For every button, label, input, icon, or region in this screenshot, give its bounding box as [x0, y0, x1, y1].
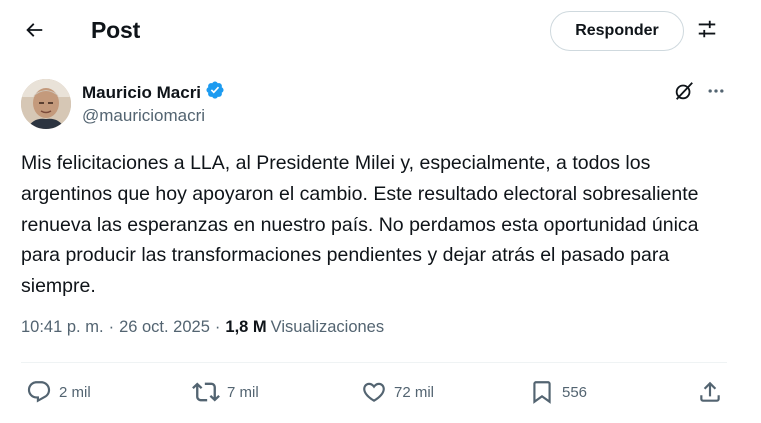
- post-text: Mis felicitaciones a LLA, al Presidente …: [21, 152, 699, 298]
- arrow-left-icon: [23, 19, 45, 46]
- post-time[interactable]: 10:41 p. m.: [21, 318, 104, 337]
- reply-count: 2 mil: [59, 383, 91, 401]
- more-options-button[interactable]: [702, 79, 730, 107]
- divider: [21, 362, 727, 363]
- repost-action[interactable]: 7 mil: [192, 372, 259, 412]
- repost-icon: [192, 378, 220, 406]
- share-icon: [697, 379, 723, 405]
- like-action[interactable]: 72 mil: [361, 372, 434, 412]
- grok-icon: [673, 80, 695, 107]
- reply-button[interactable]: Responder: [550, 11, 684, 51]
- author-name[interactable]: Mauricio Macri: [82, 80, 225, 105]
- separator-dot: ·: [108, 318, 115, 336]
- verified-badge-icon: [205, 80, 225, 105]
- like-count: 72 mil: [394, 383, 435, 401]
- views-count: 1,8 M: [225, 318, 267, 336]
- post-meta: 10:41 p. m. · 26 oct. 2025 · 1,8 M Visua…: [21, 318, 384, 337]
- reply-action[interactable]: 2 mil: [26, 372, 91, 412]
- bookmark-action[interactable]: 556: [529, 372, 587, 412]
- reply-icon: [26, 379, 52, 405]
- share-action[interactable]: [697, 372, 723, 412]
- author-handle[interactable]: @mauriciomacri: [82, 106, 205, 126]
- more-horizontal-icon: [706, 81, 726, 106]
- repost-count: 7 mil: [227, 383, 259, 401]
- grok-button[interactable]: [670, 79, 698, 107]
- post-page: Post Responder Mauricio Macri @mauriciom…: [0, 0, 761, 423]
- back-button[interactable]: [14, 12, 54, 52]
- page-title: Post: [91, 17, 141, 43]
- sliders-icon: [696, 18, 718, 45]
- views-label: Visualizaciones: [270, 318, 385, 336]
- header: Post Responder: [0, 0, 761, 64]
- bookmark-count: 556: [562, 383, 588, 401]
- author-name-text[interactable]: Mauricio Macri: [82, 83, 201, 103]
- avatar[interactable]: [21, 79, 71, 129]
- action-bar: 2 mil 7 mil 72 mil 556: [0, 372, 761, 412]
- post-date[interactable]: 26 oct. 2025: [119, 318, 210, 337]
- separator-dot: ·: [214, 318, 221, 336]
- bookmark-icon: [529, 379, 555, 405]
- settings-button[interactable]: [690, 13, 724, 49]
- heart-icon: [361, 379, 387, 405]
